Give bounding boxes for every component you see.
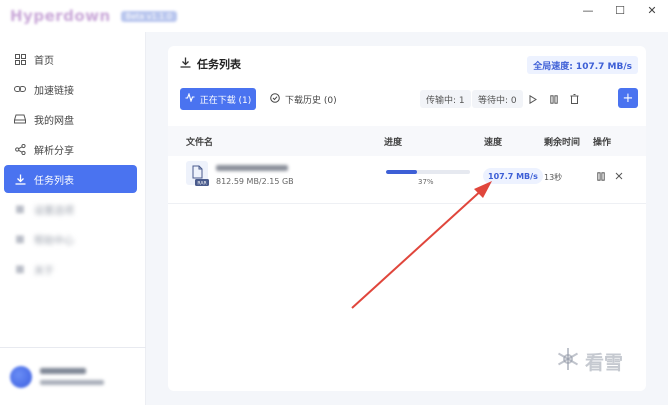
activity-icon [185,92,195,105]
blurred-icon: ■ [15,263,25,275]
user-info-redacted [40,368,104,385]
progress-bar [386,170,470,174]
snowflake-icon [556,347,580,376]
share-icon [14,143,26,155]
sidebar-item-my-drive[interactable]: 我的网盘 [4,105,137,133]
sidebar-item-blurred-1[interactable]: ■ 设置选项 [4,195,137,223]
app-version-badge: Beta v1.1.0 [120,10,177,22]
transferring-count: 传输中: 1 [420,90,471,108]
sidebar-item-blurred-3[interactable]: ■ 关于 [4,255,137,283]
progress-bar-fill [386,170,418,174]
blurred-icon: ■ [15,233,25,245]
user-email-redacted [40,380,104,385]
sidebar-nav: 首页 加速链接 我的网盘 解析分享 任务列表 ■ 设置选项 ■ 帮助中心 ■ 关… [0,32,145,283]
download-icon [180,57,191,71]
avatar [10,365,32,388]
table-header: 文件名 进度 速度 剩余时间 操作 [168,126,646,156]
pause-icon[interactable] [548,92,560,106]
rar-file-icon: RAR [186,161,209,187]
column-header-filename: 文件名 [186,137,214,148]
column-header-remaining: 剩余时间 [544,137,581,148]
pause-icon[interactable] [596,170,606,182]
remaining-time: 13秒 [544,173,563,182]
waiting-count: 等待中: 0 [472,90,523,108]
column-header-progress: 进度 [384,137,403,148]
blurred-icon: ■ [15,203,25,215]
drive-icon [14,113,26,125]
sidebar-item-label: 解析分享 [34,145,74,157]
progress-percent: 37% [418,178,434,186]
sidebar-item-blurred-2[interactable]: ■ 帮助中心 [4,225,137,253]
close-button[interactable]: ✕ [646,4,658,17]
file-name-redacted [216,165,288,171]
grid-icon [14,53,26,65]
panel-header: 任务列表 全局速度: 107.7 MB/s [168,46,646,82]
tab-downloading[interactable]: 正在下载 (1) [180,88,256,110]
table-row: RAR 812.59 MB/2.15 GB 37% 107.7 MB/s 13秒 [168,156,646,204]
task-toolbar: 正在下载 (1) 下载历史 (0) 传输中: 1 等待中: 0 + [180,88,638,112]
sidebar-item-label: 关于 [34,265,54,277]
sidebar-item-accelerate-link[interactable]: 加速链接 [4,75,137,103]
file-size: 812.59 MB/2.15 GB [216,177,294,186]
maximize-button[interactable]: ☐ [614,4,626,17]
app-title: Hyperdown [10,7,111,25]
task-list-panel: 任务列表 全局速度: 107.7 MB/s 正在下载 (1) 下载历史 (0) … [168,46,646,391]
download-speed-badge: 107.7 MB/s [483,168,543,184]
sidebar: 首页 加速链接 我的网盘 解析分享 任务列表 ■ 设置选项 ■ 帮助中心 ■ 关… [0,32,146,405]
link-icon [14,83,26,95]
sidebar-item-parse-share[interactable]: 解析分享 [4,135,137,163]
play-icon[interactable] [527,92,539,106]
watermark: 看雪 [556,347,623,376]
close-icon[interactable] [614,170,624,182]
window-controls: — ☐ ✕ [582,0,658,20]
watermark-text: 看雪 [585,352,624,374]
sidebar-item-label: 帮助中心 [34,235,74,247]
page-title: 任务列表 [197,58,241,71]
file-type-label: RAR [197,181,207,187]
sidebar-item-label: 首页 [34,55,54,67]
sidebar-item-label: 加速链接 [34,85,74,97]
tab-downloading-label: 正在下载 (1) [199,95,252,106]
user-profile[interactable] [0,347,146,405]
column-header-actions: 操作 [593,137,612,148]
column-header-speed: 速度 [484,137,503,148]
tab-history-label: 下载历史 (0) [285,95,337,106]
tab-history[interactable]: 下载历史 (0) [270,88,337,110]
sidebar-item-label: 设置选项 [34,205,74,217]
sidebar-item-task-list[interactable]: 任务列表 [4,165,137,193]
global-speed-badge: 全局速度: 107.7 MB/s [527,56,638,74]
sidebar-item-home[interactable]: 首页 [4,45,137,73]
check-circle-icon [270,92,280,106]
user-name-redacted [40,368,86,374]
sidebar-item-label: 我的网盘 [34,115,74,127]
trash-icon[interactable] [568,92,580,106]
download-icon [14,173,26,185]
minimize-button[interactable]: — [582,4,594,17]
sidebar-item-label: 任务列表 [34,175,74,187]
title-bar: Hyperdown Beta v1.1.0 — ☐ ✕ [0,0,668,32]
add-task-button[interactable]: + [618,88,638,108]
